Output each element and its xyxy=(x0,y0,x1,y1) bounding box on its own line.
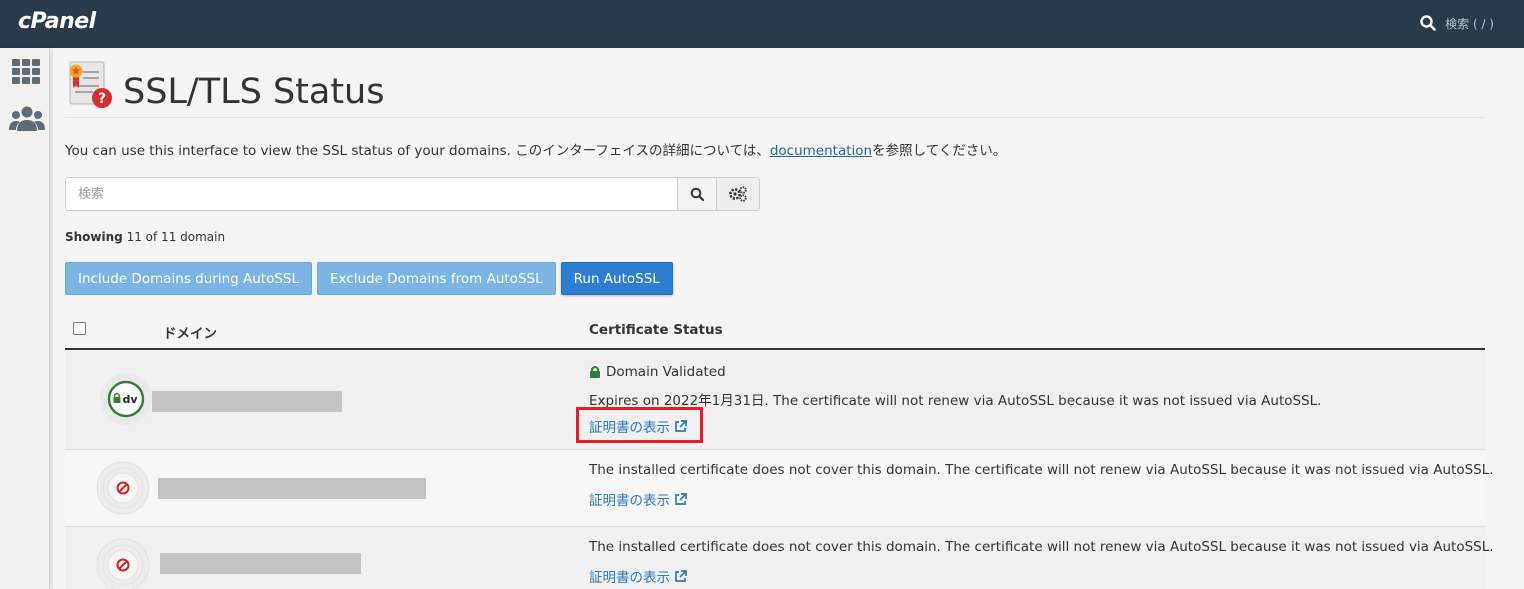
table-header: ドメイン Certificate Status xyxy=(65,312,1485,350)
global-search-label: 検索 ( / ) xyxy=(1445,16,1494,31)
domains-table: ドメイン Certificate Status dv Domain Valida… xyxy=(65,312,1494,589)
highlight-annotation xyxy=(576,407,703,443)
search-bar xyxy=(65,177,760,211)
view-certificate-link[interactable]: 証明書の表示 xyxy=(589,566,687,586)
domain-name-redacted xyxy=(160,553,361,574)
global-search[interactable]: 検索 ( / ) xyxy=(1419,14,1494,32)
documentation-link[interactable]: documentation xyxy=(770,143,872,159)
status-title: Domain Validated xyxy=(589,364,726,380)
svg-text:?: ? xyxy=(98,91,106,107)
exclude-domains-button[interactable]: Exclude Domains from AutoSSL xyxy=(317,262,556,295)
view-certificate-label: 証明書の表示 xyxy=(589,493,670,509)
status-title-text: Domain Validated xyxy=(606,364,726,380)
lock-icon xyxy=(590,366,600,378)
domain-name-redacted xyxy=(152,391,342,412)
search-input[interactable] xyxy=(65,177,678,211)
top-bar: cPanel 検索 ( / ) xyxy=(0,0,1524,48)
domain-column-header[interactable]: ドメイン xyxy=(163,322,217,342)
showing-label: Showing xyxy=(65,230,123,244)
search-settings-button[interactable] xyxy=(716,177,760,211)
page-header: ? SSL/TLS Status xyxy=(65,58,1485,118)
search-button[interactable] xyxy=(677,177,717,211)
status-column-header[interactable]: Certificate Status xyxy=(589,322,723,338)
no-ssl-badge-icon xyxy=(96,538,150,589)
dv-badge-icon: dv xyxy=(100,373,152,425)
view-certificate-link[interactable]: 証明書の表示 xyxy=(589,489,687,509)
run-autossl-button[interactable]: Run AutoSSL xyxy=(560,262,673,295)
view-certificate-label: 証明書の表示 xyxy=(589,570,670,586)
search-icon xyxy=(1420,15,1436,31)
page-title: SSL/TLS Status xyxy=(123,72,385,112)
intro-text: You can use this interface to view the S… xyxy=(65,139,1006,159)
svg-text:dv: dv xyxy=(122,393,138,406)
table-row: The installed certificate does not cover… xyxy=(65,450,1494,527)
status-text: The installed certificate does not cover… xyxy=(589,462,1494,478)
select-all-checkbox[interactable] xyxy=(73,322,86,335)
gears-icon xyxy=(729,186,747,202)
external-link-icon xyxy=(675,492,687,505)
table-row: dv Domain Validated Expires on 2022年1月31… xyxy=(65,350,1485,450)
apps-grid-icon[interactable] xyxy=(10,57,42,89)
showing-value: 11 of 11 domain xyxy=(126,230,226,244)
no-ssl-badge-icon xyxy=(96,461,150,515)
certificate-status-icon: ? xyxy=(69,61,112,108)
search-icon xyxy=(690,187,704,201)
intro-description: You can use this interface to view the S… xyxy=(65,143,770,159)
include-domains-button[interactable]: Include Domains during AutoSSL xyxy=(65,262,312,295)
domain-name-redacted xyxy=(158,478,426,499)
table-row: The installed certificate does not cover… xyxy=(65,527,1494,589)
status-text: The installed certificate does not cover… xyxy=(589,539,1494,555)
status-text: Expires on 2022年1月31日. The certificate w… xyxy=(589,393,1322,409)
sidebar xyxy=(0,48,50,589)
showing-count: Showing 11 of 11 domain xyxy=(65,230,225,244)
autossl-actions: Include Domains during AutoSSL Exclude D… xyxy=(65,262,673,295)
cpanel-logo[interactable]: cPanel xyxy=(18,9,96,34)
external-link-icon xyxy=(675,569,687,582)
users-icon[interactable] xyxy=(8,104,46,136)
intro-suffix: を参照してください。 xyxy=(872,143,1007,159)
